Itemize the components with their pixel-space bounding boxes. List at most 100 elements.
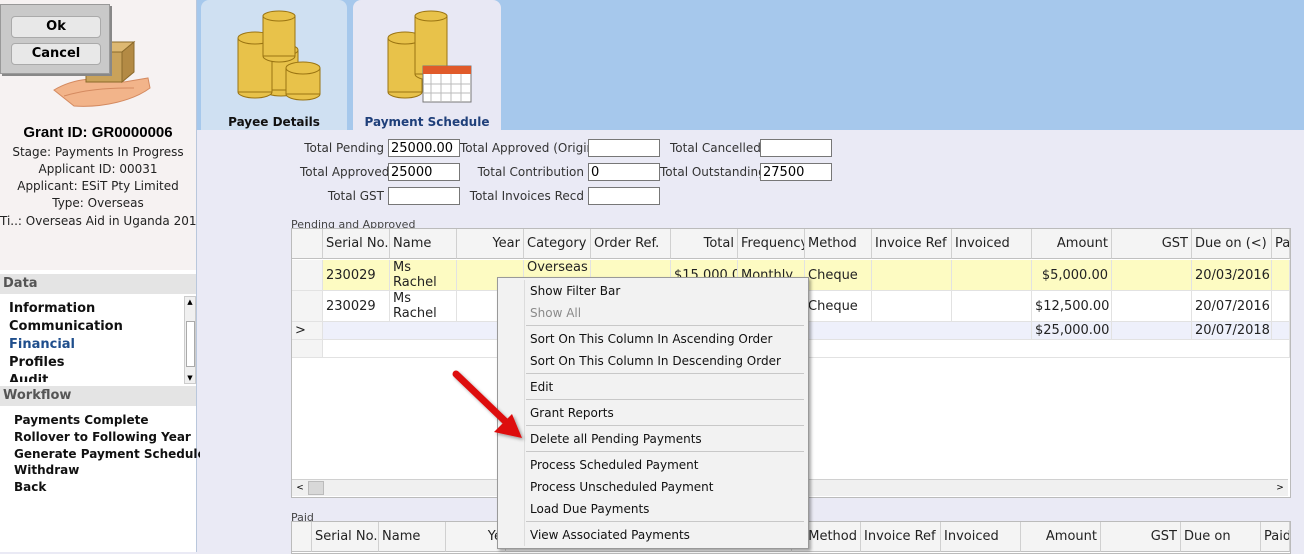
total-invoices-recd-field[interactable] [588, 187, 660, 205]
total-cancelled-label: Total Cancelled [670, 141, 761, 155]
scroll-right-icon[interactable]: > [1274, 481, 1286, 495]
col-method[interactable]: Method [805, 229, 872, 259]
dialog-buttons: Ok Cancel [0, 4, 110, 74]
menu-sort-ascending[interactable]: Sort On This Column In Ascending Order [530, 332, 772, 346]
cell-serial-no[interactable]: 230029 [323, 291, 390, 322]
total-outstanding-label: Total Outstanding [660, 165, 766, 179]
hscroll-thumb[interactable] [308, 481, 324, 495]
col-invoice-ref[interactable]: Invoice Ref [872, 229, 952, 259]
menu-sort-descending[interactable]: Sort On This Column In Descending Order [530, 354, 781, 368]
col-total[interactable]: Total [671, 229, 738, 259]
cell-paid[interactable] [1272, 322, 1290, 340]
new-row-marker[interactable]: > [292, 322, 323, 340]
tab-payment-schedule[interactable]: Payment Schedule [353, 0, 501, 130]
cell-amount[interactable]: $12,500.00 [1032, 291, 1112, 322]
total-pending-label: Total Pending [304, 141, 384, 155]
cell-invoice-ref[interactable] [872, 260, 952, 291]
data-section-header: Data [0, 274, 196, 294]
cell-paid[interactable] [1272, 260, 1290, 291]
workflow-back[interactable]: Back [14, 480, 46, 494]
menu-view-associated-payments[interactable]: View Associated Payments [530, 528, 690, 542]
col-name[interactable]: Name [390, 229, 457, 259]
col-year[interactable]: Year [457, 229, 524, 259]
data-item-communication[interactable]: Communication [9, 319, 123, 334]
data-item-audit[interactable]: Audit [9, 373, 48, 382]
cell-paid[interactable] [1272, 291, 1290, 322]
total-outstanding-field[interactable]: 27500 [760, 163, 832, 181]
cell-amount[interactable]: $25,000.00 [1032, 322, 1112, 340]
cell-method[interactable]: Cheque [805, 260, 872, 291]
cell-name[interactable]: Ms Rachel [390, 291, 457, 322]
paid-row-selector-header [292, 522, 312, 552]
data-item-financial[interactable]: Financial [9, 337, 75, 352]
total-approved-original-label: Total Approved (Original) [460, 141, 610, 155]
paid-col-gst[interactable]: GST [1101, 522, 1181, 552]
scroll-up-icon[interactable]: ▲ [185, 297, 195, 307]
col-frequency[interactable]: Frequency [738, 229, 805, 259]
data-list-scrollbar[interactable]: ▲ ▼ [184, 296, 196, 384]
workflow-generate-schedule[interactable]: Generate Payment Schedule [14, 447, 206, 461]
paid-col-paid[interactable]: Paid [1261, 522, 1290, 552]
col-paid-truncated[interactable]: Pa [1272, 229, 1290, 259]
col-gst[interactable]: GST [1112, 229, 1192, 259]
paid-col-due-on[interactable]: Due on [1181, 522, 1261, 552]
workflow-withdraw[interactable]: Withdraw [14, 463, 79, 477]
menu-delete-pending-payments[interactable]: Delete all Pending Payments [530, 432, 702, 446]
cell-due-on[interactable]: 20/07/2018 [1192, 322, 1272, 340]
total-cancelled-field[interactable] [760, 139, 832, 157]
total-approved-original-field[interactable] [588, 139, 660, 157]
total-approved-field[interactable]: 25000 [388, 163, 460, 181]
col-due-on[interactable]: Due on (<) [1192, 229, 1272, 259]
row-selector[interactable] [292, 260, 323, 291]
scroll-left-icon[interactable]: < [294, 481, 306, 495]
data-item-information[interactable]: Information [9, 301, 95, 316]
menu-show-filter-bar[interactable]: Show Filter Bar [530, 284, 620, 298]
ok-button[interactable]: Ok [11, 16, 101, 38]
col-invoiced[interactable]: Invoiced [952, 229, 1032, 259]
row-selector[interactable] [292, 340, 323, 358]
cell-gst[interactable] [1112, 291, 1192, 322]
paid-col-invoiced[interactable]: Invoiced [941, 522, 1021, 552]
cell-due-on[interactable]: 20/03/2016 [1192, 260, 1272, 291]
cancel-button[interactable]: Cancel [11, 43, 101, 65]
paid-col-amount[interactable]: Amount [1021, 522, 1101, 552]
total-invoices-recd-label: Total Invoices Recd [469, 189, 584, 203]
cell-invoice-ref[interactable] [872, 291, 952, 322]
applicant-id: Applicant ID: 00031 [38, 162, 158, 176]
coin-stack-icon [237, 10, 321, 101]
paid-col-name[interactable]: Name [379, 522, 446, 552]
total-pending-field[interactable]: 25000.00 [388, 139, 460, 157]
col-serial-no[interactable]: Serial No. [323, 229, 390, 259]
menu-grant-reports[interactable]: Grant Reports [530, 406, 614, 420]
scroll-thumb[interactable] [186, 321, 195, 367]
col-order-ref[interactable]: Order Ref. [591, 229, 671, 259]
menu-process-scheduled-payment[interactable]: Process Scheduled Payment [530, 458, 698, 472]
cell-amount[interactable]: $5,000.00 [1032, 260, 1112, 291]
menu-show-all[interactable]: Show All [530, 306, 581, 320]
tab-label-payee-details: Payee Details [228, 115, 320, 129]
workflow-rollover[interactable]: Rollover to Following Year [14, 430, 191, 444]
paid-col-serial-no[interactable]: Serial No. [312, 522, 379, 552]
col-amount[interactable]: Amount [1032, 229, 1112, 259]
cell-due-on[interactable]: 20/07/2016 [1192, 291, 1272, 322]
total-contribution-field[interactable]: 0 [588, 163, 660, 181]
cell-invoiced[interactable] [952, 260, 1032, 291]
data-item-profiles[interactable]: Profiles [9, 355, 65, 370]
tab-payee-details[interactable]: Payee Details [201, 0, 347, 130]
tab-bar: Payee Details Payment Schedule [197, 0, 1304, 130]
cell-gst[interactable] [1112, 322, 1192, 340]
workflow-payments-complete[interactable]: Payments Complete [14, 413, 149, 427]
menu-process-unscheduled-payment[interactable]: Process Unscheduled Payment [530, 480, 713, 494]
cell-invoiced[interactable] [952, 291, 1032, 322]
row-selector[interactable] [292, 291, 323, 322]
col-category[interactable]: Category [524, 229, 591, 259]
cell-serial-no[interactable]: 230029 [323, 260, 390, 291]
total-gst-field[interactable] [388, 187, 460, 205]
menu-load-due-payments[interactable]: Load Due Payments [530, 502, 649, 516]
menu-separator [526, 521, 804, 522]
paid-col-invoice-ref[interactable]: Invoice Ref [861, 522, 941, 552]
cell-name[interactable]: Ms Rachel [390, 260, 457, 291]
cell-gst[interactable] [1112, 260, 1192, 291]
cell-method[interactable]: Cheque [805, 291, 872, 322]
scroll-down-icon[interactable]: ▼ [185, 373, 195, 383]
